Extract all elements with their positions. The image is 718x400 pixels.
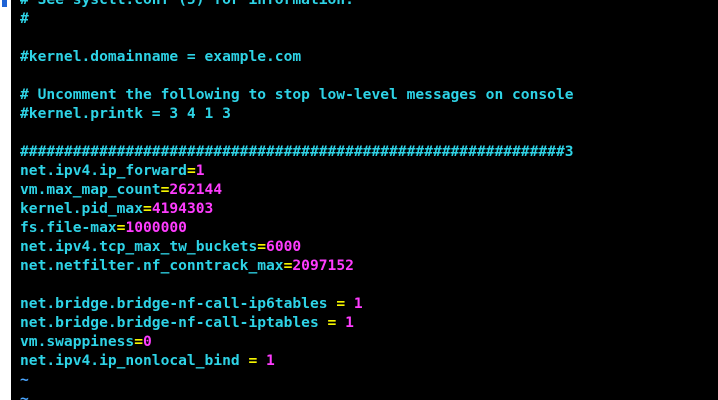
setting-line[interactable]: vm.max_map_count=262144: [20, 180, 574, 199]
comment-line[interactable]: #kernel.printk = 3 4 1 3: [20, 104, 574, 123]
setting-line[interactable]: net.ipv4.tcp_max_tw_buckets=6000: [20, 237, 574, 256]
equals-sign: =: [257, 238, 267, 255]
setting-value: 1: [195, 162, 205, 179]
comment-text: # See sysctl.conf (5) for information.: [20, 0, 354, 8]
setting-value: 0: [143, 333, 152, 350]
equals-sign: =: [318, 314, 346, 331]
blank-line[interactable]: [20, 123, 574, 142]
comment-text: # Uncomment the following to stop low-le…: [20, 86, 574, 103]
setting-key: net.ipv4.ip_forward: [20, 162, 187, 179]
blank-line[interactable]: [20, 275, 574, 294]
setting-value: 1: [353, 295, 363, 312]
setting-value: 4194303: [151, 200, 214, 217]
comment-text: #kernel.domainname = example.com: [20, 48, 302, 65]
blank-line[interactable]: [20, 28, 574, 47]
tilde-marker: ~: [20, 390, 29, 400]
setting-key: net.bridge.bridge-nf-call-iptables: [20, 314, 319, 331]
comment-line[interactable]: ########################################…: [20, 142, 574, 161]
setting-key: kernel.pid_max: [20, 200, 144, 217]
setting-key: net.netfilter.nf_conntrack_max: [20, 257, 284, 274]
setting-line[interactable]: kernel.pid_max=4194303: [20, 199, 574, 218]
equals-sign: =: [134, 333, 144, 350]
empty-buffer-line: ~: [20, 370, 574, 389]
setting-line[interactable]: fs.file-max=1000000: [20, 218, 574, 237]
comment-line[interactable]: # Uncomment the following to stop low-le…: [20, 85, 574, 104]
setting-line[interactable]: vm.swappiness=0: [20, 332, 574, 351]
setting-key: vm.max_map_count: [20, 181, 161, 198]
setting-value: 6000: [266, 238, 302, 255]
comment-line[interactable]: #kernel.domainname = example.com: [20, 47, 574, 66]
setting-line[interactable]: net.bridge.bridge-nf-call-ip6tables = 1: [20, 294, 574, 313]
setting-key: net.bridge.bridge-nf-call-ip6tables: [20, 295, 328, 312]
setting-value: 1000000: [125, 219, 187, 236]
equals-sign: =: [143, 200, 152, 217]
setting-key: net.ipv4.tcp_max_tw_buckets: [20, 238, 258, 255]
tilde-marker: ~: [20, 371, 29, 388]
setting-key: vm.swappiness: [20, 333, 135, 350]
equals-sign: =: [186, 162, 196, 179]
comment-text: #: [20, 10, 29, 27]
setting-value: 1: [266, 352, 275, 369]
comment-line[interactable]: #: [20, 9, 574, 28]
editor-buffer[interactable]: # See sysctl.conf (5) for information. # …: [20, 0, 574, 400]
setting-key: fs.file-max: [20, 219, 117, 236]
window-left-edge: [0, 0, 11, 400]
comment-text: #kernel.printk = 3 4 1 3: [20, 105, 231, 122]
empty-buffer-line: ~: [20, 389, 574, 400]
setting-value: 262144: [169, 181, 223, 198]
setting-value: 2097152: [292, 257, 354, 274]
setting-value: 1: [345, 314, 354, 331]
setting-key: net.ipv4.ip_nonlocal_bind: [20, 352, 240, 369]
comment-line[interactable]: # See sysctl.conf (5) for information.: [20, 0, 574, 9]
edge-marker: [2, 0, 7, 7]
setting-line[interactable]: net.ipv4.ip_nonlocal_bind = 1: [20, 351, 574, 370]
equals-sign: =: [239, 352, 267, 369]
equals-sign: =: [327, 295, 354, 312]
blank-line[interactable]: [20, 66, 574, 85]
setting-line[interactable]: net.ipv4.ip_forward=1: [20, 161, 574, 180]
setting-line[interactable]: net.netfilter.nf_conntrack_max=2097152: [20, 256, 574, 275]
comment-text: ########################################…: [20, 143, 574, 160]
terminal-window[interactable]: # See sysctl.conf (5) for information. # …: [0, 0, 718, 400]
setting-line[interactable]: net.bridge.bridge-nf-call-iptables = 1: [20, 313, 574, 332]
